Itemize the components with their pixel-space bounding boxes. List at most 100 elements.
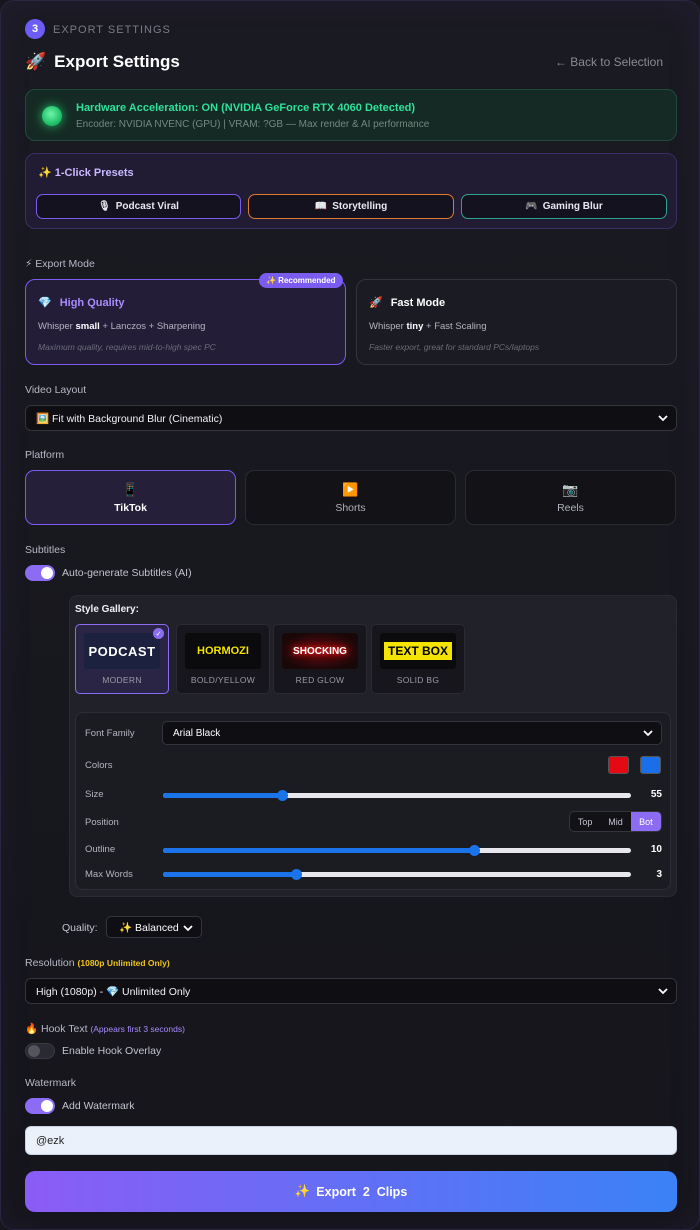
hook-label-text: Hook Text bbox=[41, 1023, 88, 1035]
style-caption: MODERN bbox=[102, 675, 142, 685]
toggle-knob bbox=[28, 1045, 40, 1057]
toggle-knob bbox=[41, 567, 53, 579]
preset-label: Podcast Viral bbox=[115, 201, 179, 212]
step-number-badge: 3 bbox=[25, 19, 45, 39]
mode-sub-prefix: Whisper bbox=[369, 321, 404, 332]
watermark-toggle[interactable] bbox=[25, 1098, 55, 1114]
preset-storytelling-button[interactable]: 📖 Storytelling bbox=[248, 194, 454, 219]
mode-subtitle: Whisper tiny + Fast Scaling bbox=[369, 321, 486, 332]
size-slider[interactable] bbox=[163, 790, 631, 801]
style-caption: BOLD/YELLOW bbox=[190, 675, 256, 685]
style-caption: SOLID BG bbox=[396, 675, 440, 685]
style-preview: SHOCKING bbox=[282, 633, 358, 669]
sparkles-icon: ✨ bbox=[294, 1184, 311, 1198]
style-bold-yellow-card[interactable]: HORMOZI BOLD/YELLOW bbox=[176, 624, 270, 694]
outline-slider[interactable] bbox=[163, 845, 631, 856]
phone-icon: 📱 bbox=[122, 481, 139, 497]
watermark-input[interactable]: @ezk bbox=[25, 1126, 677, 1155]
preset-podcast-viral-button[interactable]: 🎙 Podcast Viral bbox=[36, 194, 241, 219]
toggle-knob bbox=[41, 1100, 53, 1112]
style-caption: RED GLOW bbox=[295, 675, 345, 685]
export-mode-label: ⚡ Export Mode bbox=[25, 258, 95, 270]
mode-fast-card[interactable]: 🚀 Fast Mode Whisper tiny + Fast Scaling … bbox=[356, 279, 677, 365]
hardware-title: Hardware Acceleration: ON (NVIDIA GeForc… bbox=[76, 102, 416, 114]
rocket-icon: 🚀 bbox=[25, 52, 47, 71]
chevron-down-icon bbox=[658, 415, 668, 422]
mode-title: 💎 High Quality bbox=[38, 296, 125, 310]
back-to-selection-link[interactable]: ← Back to Selection bbox=[555, 55, 663, 69]
position-top-option[interactable]: Top bbox=[570, 812, 600, 831]
preset-gaming-blur-button[interactable]: 🎮 Gaming Blur bbox=[461, 194, 667, 219]
resolution-select[interactable]: High (1080p) - 💎 Unlimited Only bbox=[25, 978, 677, 1004]
size-value: 55 bbox=[650, 789, 662, 800]
page-title: 🚀 Export Settings bbox=[25, 52, 180, 72]
rocket-icon: 🚀 bbox=[369, 297, 383, 309]
mode-sub-suffix: + Fast Scaling bbox=[426, 321, 487, 332]
watermark-toggle-label: Add Watermark bbox=[62, 1100, 135, 1112]
platform-label-text: Reels bbox=[557, 501, 584, 514]
style-preview: TEXT BOX bbox=[380, 633, 456, 669]
secondary-color-swatch[interactable] bbox=[640, 756, 661, 774]
style-preview-text: PODCAST bbox=[88, 643, 156, 659]
style-preview-text: TEXT BOX bbox=[383, 642, 452, 660]
play-icon: ▶️ bbox=[342, 481, 359, 497]
subtitle-options: Font Family Arial Black Colors Size 55 P… bbox=[75, 712, 671, 890]
quality-label: Quality: bbox=[62, 922, 98, 934]
hook-overlay-label: Enable Hook Overlay bbox=[62, 1045, 162, 1057]
subtitles-toggle[interactable] bbox=[25, 565, 55, 581]
hook-note: (Appears first 3 seconds) bbox=[90, 1024, 185, 1034]
chevron-down-icon bbox=[643, 730, 653, 737]
microphone-icon: 🎙 bbox=[98, 201, 111, 212]
style-solid-bg-card[interactable]: TEXT BOX SOLID BG bbox=[371, 624, 465, 694]
quality-select[interactable]: ✨ Balanced bbox=[106, 916, 202, 938]
style-gallery: Style Gallery: PODCAST MODERN ✓ HORMOZI … bbox=[69, 595, 677, 897]
style-red-glow-card[interactable]: SHOCKING RED GLOW bbox=[273, 624, 367, 694]
gallery-title: Style Gallery: bbox=[75, 604, 139, 615]
style-modern-card[interactable]: PODCAST MODERN ✓ bbox=[75, 624, 169, 694]
preset-label: Gaming Blur bbox=[542, 201, 603, 212]
preset-label: Storytelling bbox=[332, 201, 388, 212]
mode-high-quality-card[interactable]: 💎 High Quality Whisper small + Lanczos +… bbox=[25, 279, 346, 365]
max-words-label: Max Words bbox=[85, 869, 133, 880]
slider-thumb[interactable] bbox=[291, 869, 303, 880]
primary-color-swatch[interactable] bbox=[608, 756, 629, 774]
outline-value: 10 bbox=[650, 844, 662, 855]
book-icon: 📖 bbox=[314, 201, 328, 212]
style-preview-text: SHOCKING bbox=[293, 645, 347, 657]
position-mid-option[interactable]: Mid bbox=[600, 812, 630, 831]
hardware-acceleration-banner: Hardware Acceleration: ON (NVIDIA GeForc… bbox=[25, 89, 677, 141]
platform-reels-button[interactable]: 📷 Reels bbox=[465, 470, 676, 525]
platform-label: Platform bbox=[25, 449, 65, 461]
platform-tiktok-button[interactable]: 📱 TikTok bbox=[25, 470, 236, 525]
mode-sub-prefix: Whisper bbox=[38, 321, 73, 332]
resolution-value: High (1080p) - 💎 Unlimited Only bbox=[36, 985, 191, 998]
position-bot-option[interactable]: Bot bbox=[630, 812, 661, 831]
mode-title-text: Fast Mode bbox=[390, 296, 446, 309]
slider-thumb[interactable] bbox=[469, 845, 481, 856]
camera-icon: 📷 bbox=[562, 481, 579, 497]
video-layout-select[interactable]: 🖼️ Fit with Background Blur (Cinematic) bbox=[25, 405, 677, 431]
font-family-select[interactable]: Arial Black bbox=[162, 721, 662, 745]
hook-overlay-toggle[interactable] bbox=[25, 1043, 55, 1059]
chevron-down-icon bbox=[183, 925, 193, 932]
max-words-slider[interactable] bbox=[163, 869, 631, 880]
export-clips-button[interactable]: ✨ Export 2 Clips bbox=[25, 1171, 677, 1212]
style-preview: HORMOZI bbox=[185, 633, 261, 669]
page-title-text: Export Settings bbox=[54, 52, 180, 71]
mode-note: Faster export, great for standard PCs/la… bbox=[369, 342, 540, 352]
recommended-badge: ✨ Recommended bbox=[259, 273, 343, 288]
position-label: Position bbox=[85, 817, 119, 828]
resolution-label-text: Resolution bbox=[25, 957, 75, 969]
mode-title-text: High Quality bbox=[59, 296, 125, 309]
slider-thumb[interactable] bbox=[277, 790, 289, 801]
mode-subtitle: Whisper small + Lanczos + Sharpening bbox=[38, 321, 205, 332]
step-label: EXPORT SETTINGS bbox=[53, 24, 171, 36]
mode-title: 🚀 Fast Mode bbox=[369, 296, 446, 310]
hook-text-label: 🔥 Hook Text (Appears first 3 seconds) bbox=[25, 1022, 185, 1035]
slider-fill bbox=[163, 872, 297, 877]
video-layout-label: Video Layout bbox=[25, 384, 87, 396]
platform-shorts-button[interactable]: ▶️ Shorts bbox=[245, 470, 456, 525]
platform-label-text: TikTok bbox=[114, 501, 147, 514]
diamond-icon: 💎 bbox=[38, 297, 52, 309]
presets-box: ✨ 1-Click Presets 🎙 Podcast Viral 📖 Stor… bbox=[25, 153, 677, 229]
